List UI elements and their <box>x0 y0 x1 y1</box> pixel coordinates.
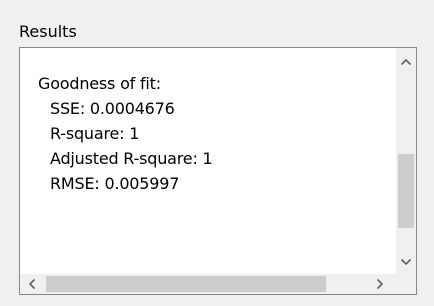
scroll-up-button[interactable] <box>396 52 416 72</box>
chevron-left-icon <box>28 278 36 290</box>
sse-value: SSE: 0.0004676 <box>50 99 175 118</box>
adjusted-r-square-value: Adjusted R-square: 1 <box>50 149 213 168</box>
chevron-up-icon <box>400 58 412 66</box>
scroll-right-button[interactable] <box>370 274 390 294</box>
scroll-down-button[interactable] <box>396 252 416 272</box>
results-text-area[interactable]: Goodness of fit: SSE: 0.0004676 R-square… <box>19 47 417 295</box>
vertical-scrollbar[interactable] <box>396 48 416 274</box>
goodness-of-fit-heading: Goodness of fit: <box>38 74 161 93</box>
r-square-value: R-square: 1 <box>50 124 140 143</box>
results-panel: Results Goodness of fit: SSE: 0.0004676 … <box>0 0 434 306</box>
scrollbar-corner <box>396 274 416 294</box>
chevron-down-icon <box>400 258 412 266</box>
results-group-label: Results <box>19 22 77 41</box>
rmse-value: RMSE: 0.005997 <box>50 174 180 193</box>
horizontal-scroll-thumb[interactable] <box>46 276 326 292</box>
vertical-scroll-thumb[interactable] <box>398 154 414 228</box>
horizontal-scrollbar[interactable] <box>20 274 398 294</box>
results-content: Goodness of fit: SSE: 0.0004676 R-square… <box>20 48 398 274</box>
chevron-right-icon <box>376 278 384 290</box>
scroll-left-button[interactable] <box>22 274 42 294</box>
